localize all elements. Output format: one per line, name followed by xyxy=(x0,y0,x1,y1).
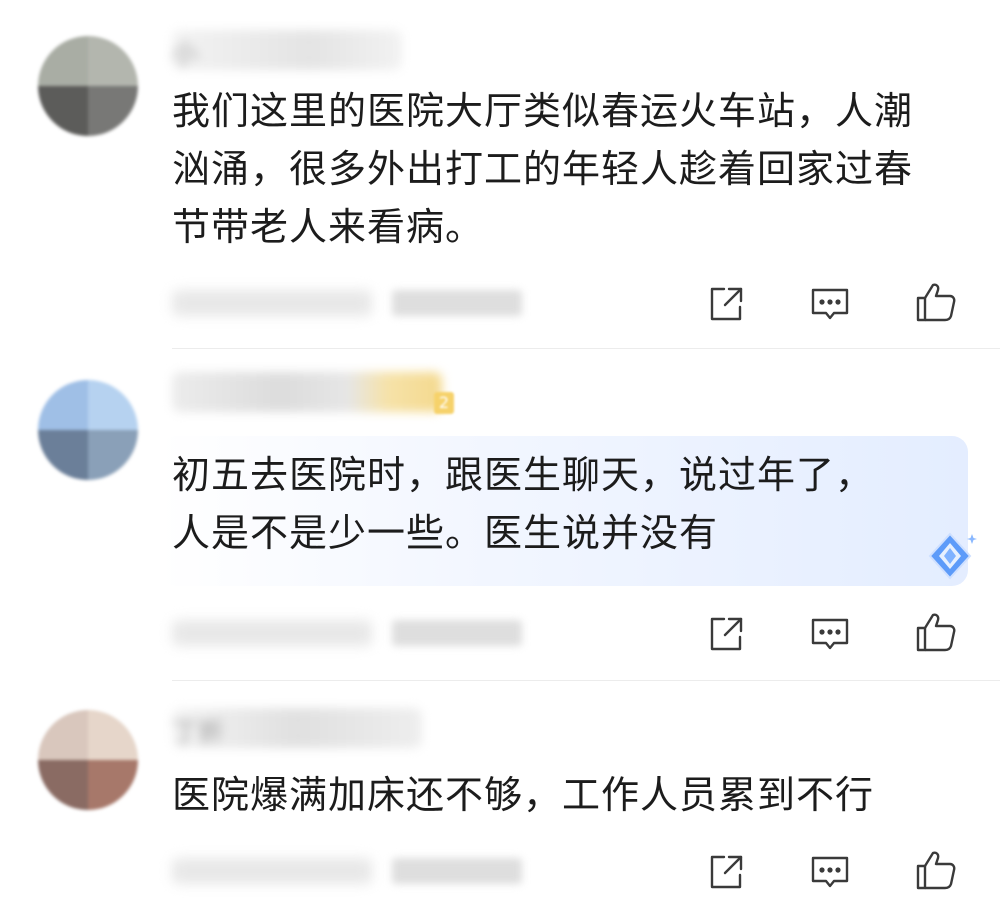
comment-meta xyxy=(172,614,522,650)
reply-button[interactable] xyxy=(808,612,852,656)
comment-text: 初五去医院时，跟医生聊天，说过年了， 人是不是少一些。医生说并没有 xyxy=(172,453,875,555)
like-button[interactable] xyxy=(914,610,958,654)
reply-button[interactable] xyxy=(808,282,852,326)
share-icon xyxy=(710,855,743,889)
username[interactable]: 小 xyxy=(172,30,402,70)
reply-icon xyxy=(811,288,849,320)
avatar[interactable] xyxy=(38,710,138,810)
thumbs-up-icon xyxy=(916,851,956,890)
share-button[interactable] xyxy=(704,282,748,326)
share-icon xyxy=(710,617,743,651)
share-button[interactable] xyxy=(704,612,748,656)
reply-icon xyxy=(811,618,849,650)
divider xyxy=(172,680,1000,681)
username[interactable] xyxy=(172,372,442,412)
thumbs-up-icon xyxy=(916,613,956,652)
divider xyxy=(172,348,1000,349)
share-button[interactable] xyxy=(704,850,748,894)
comment-text: 我们这里的医院大厅类似春运火车站，人潮 汹涌，很多外出打工的年轻人趁着回家过春 … xyxy=(172,89,914,249)
comment-list: 小 我们这里的医院大厅类似春运火车站，人潮 汹涌，很多外出打工的年轻人趁着回家过… xyxy=(0,0,1000,913)
avatar[interactable] xyxy=(38,36,138,136)
like-button[interactable] xyxy=(914,280,958,324)
like-button[interactable] xyxy=(914,848,958,892)
avatar[interactable] xyxy=(38,380,138,480)
reply-button[interactable] xyxy=(808,850,852,894)
comment-meta xyxy=(172,284,522,320)
share-icon xyxy=(710,287,743,321)
thumbs-up-icon xyxy=(916,283,956,322)
comment-meta xyxy=(172,852,522,888)
comment-text: 医院爆满加床还不够，工作人员累到不行 xyxy=(172,773,875,817)
ai-diamond-icon[interactable] xyxy=(922,528,978,584)
username[interactable]: 丁折 xyxy=(172,708,422,748)
reply-icon xyxy=(811,856,849,888)
level-badge: 2 xyxy=(434,392,454,414)
